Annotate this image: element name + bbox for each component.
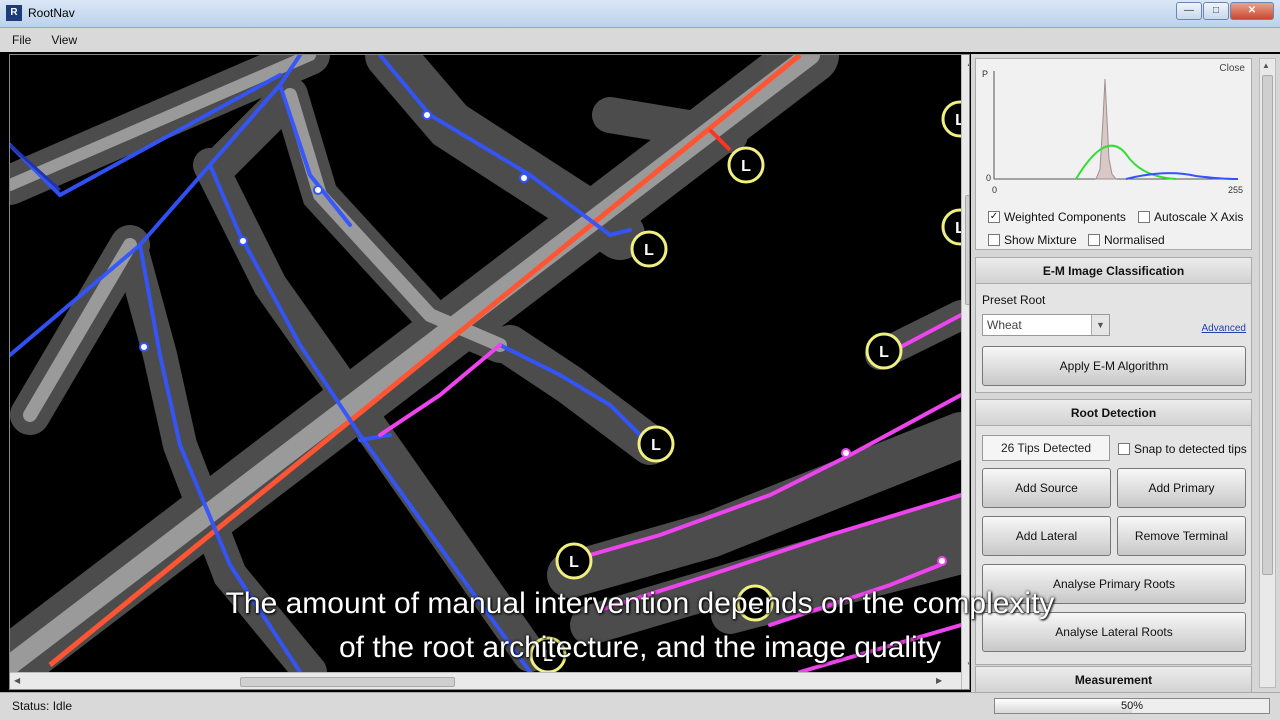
maximize-button[interactable]: □ <box>1203 2 1229 20</box>
lateral-tip-marker[interactable]: L <box>555 542 593 580</box>
root-image-canvas[interactable]: LLLLLLLLL ▲ ▼ ◀ ▶ <box>9 54 970 690</box>
preset-root-select[interactable]: Wheat ▼ <box>982 314 1110 336</box>
histogram-panel: Close P 0 0 255 ✓ Weighted Components Au… <box>975 58 1252 250</box>
lateral-tip-label: L <box>750 596 760 613</box>
advanced-link[interactable]: Advanced <box>1202 323 1246 334</box>
scroll-left-icon[interactable]: ◀ <box>14 676 20 685</box>
panel-scroll-thumb[interactable] <box>1262 75 1273 575</box>
close-button[interactable]: ✕ <box>1230 2 1274 20</box>
lateral-tip-label: L <box>543 648 553 665</box>
lateral-tip-marker[interactable]: L <box>630 230 668 268</box>
title-bar: R RootNav — □ ✕ <box>0 0 1280 28</box>
chevron-down-icon[interactable]: ▼ <box>1091 315 1109 335</box>
preset-root-value: Wheat <box>987 318 1022 332</box>
show-mixture-checkbox[interactable] <box>988 234 1000 246</box>
lateral-tip-label: L <box>741 158 751 175</box>
analyse-primary-roots-button[interactable]: Analyse Primary Roots <box>982 564 1246 604</box>
horizontal-scroll-thumb[interactable] <box>240 677 455 687</box>
preset-root-label: Preset Root <box>982 293 1046 307</box>
analyse-lateral-roots-button[interactable]: Analyse Lateral Roots <box>982 612 1246 652</box>
normalised-label: Normalised <box>1104 233 1165 247</box>
panel-scroll-up-icon[interactable]: ▲ <box>1262 61 1270 70</box>
status-text: Status: Idle <box>12 699 73 713</box>
window-title: RootNav <box>28 6 75 20</box>
weighted-components-checkbox[interactable]: ✓ <box>988 211 1000 223</box>
root-image[interactable]: LLLLLLLLL <box>10 55 961 672</box>
snap-to-tips-label: Snap to detected tips <box>1134 442 1247 456</box>
lateral-tip-marker[interactable]: L <box>529 636 567 672</box>
em-classification-section: E-M Image Classification Preset Root Whe… <box>975 257 1252 393</box>
lateral-tip-label: L <box>569 554 579 571</box>
histogram-y-zero: 0 <box>986 173 991 183</box>
histogram-x-max: 255 <box>1228 185 1243 195</box>
lateral-tip-marker[interactable]: L <box>637 425 675 463</box>
histogram-y-label: P <box>982 69 988 79</box>
menu-view[interactable]: View <box>51 33 77 47</box>
vertical-scroll-thumb[interactable] <box>965 195 969 305</box>
canvas-vertical-scrollbar[interactable]: ▲ ▼ <box>961 55 969 689</box>
root-detection-title: Root Detection <box>976 400 1251 426</box>
control-panel: Close P 0 0 255 ✓ Weighted Components Au… <box>971 54 1280 693</box>
menu-bar: File View <box>0 28 1280 52</box>
lateral-tip-label: L <box>879 344 889 361</box>
tips-detected-count: 26 Tips Detected <box>982 435 1110 461</box>
status-bar: Status: Idle 50% <box>0 692 1280 720</box>
progress-label: 50% <box>1120 700 1144 712</box>
add-source-button[interactable]: Add Source <box>982 468 1111 508</box>
progress-bar: 50% <box>994 698 1270 714</box>
add-lateral-button[interactable]: Add Lateral <box>982 516 1111 556</box>
scroll-right-icon[interactable]: ▶ <box>936 676 942 685</box>
histogram-x-min: 0 <box>992 185 997 195</box>
panel-vertical-scrollbar[interactable]: ▲ <box>1259 58 1276 688</box>
autoscale-x-label: Autoscale X Axis <box>1154 210 1244 224</box>
lateral-tip-marker[interactable]: L <box>727 146 765 184</box>
add-primary-button[interactable]: Add Primary <box>1117 468 1246 508</box>
app-icon: R <box>6 5 22 21</box>
menu-file[interactable]: File <box>12 33 31 47</box>
canvas-horizontal-scrollbar[interactable]: ◀ ▶ <box>10 672 961 689</box>
scroll-up-icon[interactable]: ▲ <box>966 59 969 68</box>
measurement-section: Measurement <box>975 666 1252 693</box>
lateral-tip-label: L <box>644 242 654 259</box>
root-detection-section: Root Detection 26 Tips Detected Snap to … <box>975 399 1252 665</box>
autoscale-x-checkbox[interactable] <box>1138 211 1150 223</box>
show-mixture-label: Show Mixture <box>1004 233 1077 247</box>
remove-terminal-button[interactable]: Remove Terminal <box>1117 516 1246 556</box>
snap-to-tips-checkbox[interactable] <box>1118 443 1130 455</box>
normalised-checkbox[interactable] <box>1088 234 1100 246</box>
lateral-tip-marker[interactable]: L <box>865 332 903 370</box>
lateral-tip-marker[interactable]: L <box>736 584 774 622</box>
lateral-tip-label: L <box>651 437 661 454</box>
measurement-title[interactable]: Measurement <box>976 667 1251 693</box>
apply-em-button[interactable]: Apply E-M Algorithm <box>982 346 1246 386</box>
scroll-down-icon[interactable]: ▼ <box>966 660 969 669</box>
histogram-chart: P 0 0 255 <box>982 69 1243 195</box>
minimize-button[interactable]: — <box>1176 2 1202 20</box>
weighted-components-label: Weighted Components <box>1004 210 1126 224</box>
em-section-title: E-M Image Classification <box>976 258 1251 284</box>
